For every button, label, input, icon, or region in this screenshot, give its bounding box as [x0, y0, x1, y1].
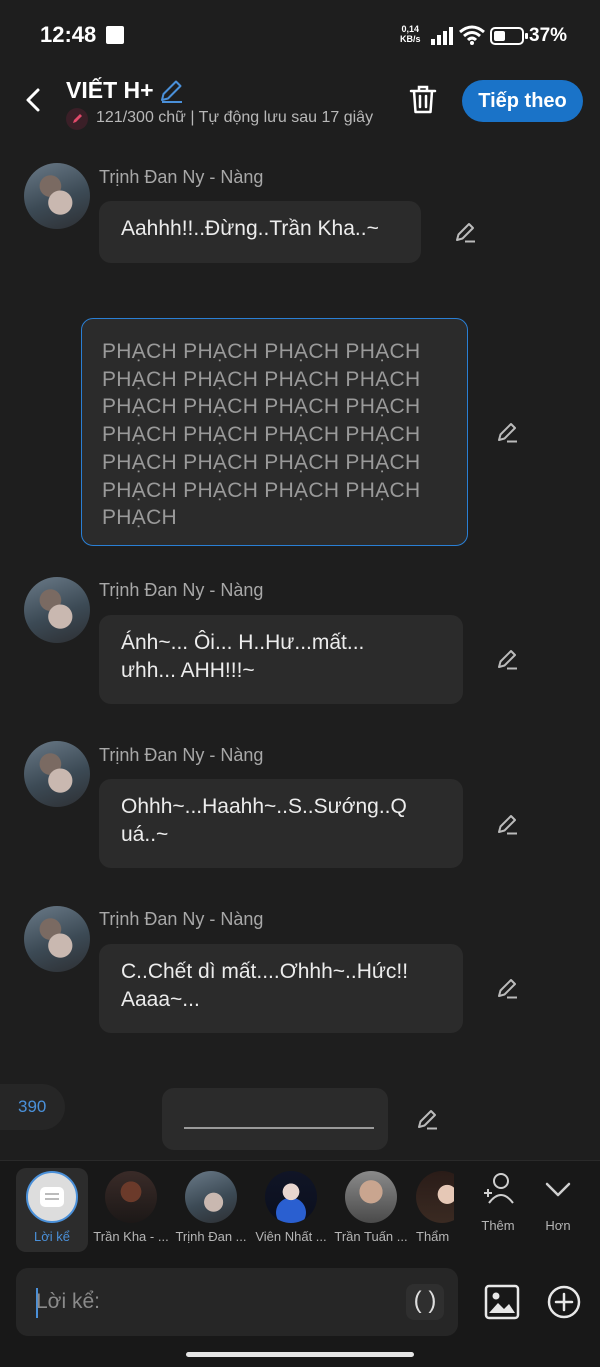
- avatar: [185, 1171, 237, 1223]
- character-name: Viên Nhất ...: [255, 1229, 327, 1244]
- narration-line: PHẠCH PHẠCH PHẠCH PHẠCH: [102, 395, 421, 419]
- pen-icon[interactable]: [158, 78, 184, 104]
- narration-line: PHẠCH PHẠCH PHẠCH PHẠCH: [102, 340, 421, 363]
- input-placeholder: Lời kể:: [36, 1290, 100, 1313]
- narrator-avatar: [26, 1171, 78, 1223]
- character-name: Trịnh Đan ...: [175, 1229, 247, 1244]
- avatar: [265, 1171, 317, 1223]
- message-text: Aaaa~...: [121, 988, 200, 1011]
- edit-icon[interactable]: [495, 812, 519, 836]
- edit-icon[interactable]: [453, 220, 477, 244]
- narration-line: PHẠCH PHẠCH PHẠCH PHẠCH: [102, 478, 421, 502]
- speed-unit: KB/s: [400, 34, 421, 44]
- avatar[interactable]: [24, 163, 90, 229]
- word-counter-badge: 390: [0, 1084, 65, 1130]
- character-trinh-dan-ny[interactable]: Trịnh Đan ...: [172, 1168, 250, 1244]
- speaker-name: Trịnh Đan Ny - Nàng: [99, 580, 264, 600]
- bottom-panel: Lời kể Trần Kha - ... Trịnh Đan ... Viên…: [0, 1160, 600, 1367]
- character-vien-nhat[interactable]: Viên Nhất ...: [252, 1168, 330, 1244]
- page-title: VIẾT H+: [66, 77, 154, 103]
- narration-line: PHẠCH: [102, 506, 178, 530]
- character-tham[interactable]: Thẩm: [412, 1168, 454, 1244]
- message-text: uá..~: [121, 823, 169, 846]
- character-name: Trần Kha - ...: [93, 1229, 169, 1244]
- more-button[interactable]: Hơn: [532, 1171, 584, 1233]
- message-bubble[interactable]: Ánh~... Ôi... H..Hư...mất... ưhh... AHH!…: [99, 615, 463, 704]
- narration-line: PHẠCH PHẠCH PHẠCH PHẠCH: [102, 423, 421, 447]
- message-bubble[interactable]: Aahhh!!..Đừng..Trần Kha..~: [99, 201, 421, 263]
- avatar[interactable]: [24, 906, 90, 972]
- add-character-button[interactable]: Thêm: [470, 1171, 526, 1233]
- edit-icon[interactable]: [495, 976, 519, 1000]
- add-label: Thêm: [481, 1218, 515, 1233]
- chevron-down-icon: [545, 1182, 571, 1197]
- message-text: Ánh~... Ôi... H..Hư...mất...: [121, 631, 365, 654]
- wifi-icon: [459, 25, 485, 45]
- character-narrator[interactable]: Lời kể: [16, 1168, 88, 1252]
- message-text: C..Chết dì mất....Ơhhh~..Hức!!: [121, 960, 409, 983]
- avatar: [105, 1171, 157, 1223]
- message-text: Ohhh~...Haahh~..S..Sướng..Q: [121, 795, 407, 818]
- more-label: Hơn: [545, 1218, 571, 1233]
- character-tran-kha[interactable]: Trần Kha - ...: [92, 1168, 170, 1244]
- character-name: Trần Tuấn ...: [334, 1229, 408, 1244]
- person-add-icon: [484, 1173, 514, 1204]
- speaker-name: Trịnh Đan Ny - Nàng: [99, 745, 264, 765]
- battery-icon: [490, 27, 528, 45]
- edit-icon[interactable]: [495, 647, 519, 671]
- header: VIẾT H+ 121/300 chữ | Tự động lưu sau 17…: [0, 70, 600, 136]
- avatar[interactable]: [24, 741, 90, 807]
- empty-line: [184, 1127, 374, 1129]
- empty-message-bubble[interactable]: [162, 1088, 388, 1150]
- speaker-name: Trịnh Đan Ny - Nàng: [99, 909, 264, 929]
- parenthesis-button[interactable]: ( ): [406, 1284, 444, 1320]
- status-bar: 12:48 0,14 KB/s 37%: [0, 0, 600, 70]
- narration-bubble[interactable]: PHẠCH PHẠCH PHẠCH PHẠCH PHẠCH PHẠCH PHẠC…: [81, 318, 468, 546]
- back-icon[interactable]: [18, 82, 48, 118]
- character-name: Lời kể: [34, 1229, 70, 1244]
- pencil-badge-icon: [66, 108, 88, 130]
- network-speed: 0,14 KB/s: [400, 24, 421, 44]
- next-button[interactable]: Tiếp theo: [462, 80, 583, 122]
- avatar[interactable]: [24, 577, 90, 643]
- narration-line: PHẠCH PHẠCH PHẠCH PHẠCH: [102, 450, 421, 474]
- message-bubble[interactable]: C..Chết dì mất....Ơhhh~..Hức!! Aaaa~...: [99, 944, 463, 1033]
- speaker-name: Trịnh Đan Ny - Nàng: [99, 167, 264, 187]
- signal-icon: [431, 27, 453, 45]
- battery-percent: 37%: [529, 25, 568, 46]
- notification-icon: [106, 26, 124, 44]
- trash-icon[interactable]: [408, 84, 438, 116]
- image-icon[interactable]: [484, 1284, 520, 1320]
- status-time: 12:48: [40, 22, 97, 47]
- edit-icon[interactable]: [415, 1107, 439, 1131]
- message-text: ưhh... AHH!!!~: [121, 659, 255, 682]
- narration-line: PHẠCH PHẠCH PHẠCH PHẠCH: [102, 367, 421, 391]
- character-tran-tuan[interactable]: Trần Tuấn ...: [332, 1168, 410, 1244]
- plus-circle-icon[interactable]: [546, 1284, 582, 1320]
- speed-value: 0,14: [401, 24, 420, 34]
- character-name: Thẩm: [416, 1229, 450, 1244]
- avatar: [345, 1171, 397, 1223]
- narration-input[interactable]: Lời kể: ( ): [16, 1268, 458, 1336]
- avatar: [416, 1171, 454, 1223]
- word-count-status: 121/300 chữ | Tự động lưu sau 17 giây: [96, 109, 374, 126]
- edit-icon[interactable]: [495, 420, 519, 444]
- home-indicator[interactable]: [186, 1352, 414, 1357]
- message-text: Aahhh!!..Đừng..Trần Kha..~: [121, 217, 379, 240]
- message-bubble[interactable]: Ohhh~...Haahh~..S..Sướng..Q uá..~: [99, 779, 463, 868]
- character-bar: Lời kể Trần Kha - ... Trịnh Đan ... Viên…: [0, 1160, 600, 1256]
